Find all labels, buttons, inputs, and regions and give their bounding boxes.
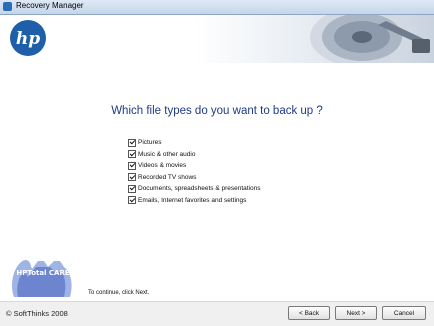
option-music[interactable]: Music & other audio: [128, 149, 260, 161]
app-icon: [3, 2, 12, 11]
option-recorded-tv[interactable]: Recorded TV shows: [128, 172, 260, 184]
bottom-bar: © SoftThinks 2008 < Back Next > Cancel: [0, 301, 434, 326]
copyright-text: © SoftThinks 2008: [6, 309, 68, 318]
page-question: Which file types do you want to back up …: [111, 105, 323, 117]
next-button[interactable]: Next >: [335, 306, 377, 320]
option-label: Documents, spreadsheets & presentations: [138, 185, 261, 193]
continue-hint: To continue, click Next.: [88, 290, 150, 296]
title-bar: Recovery Manager: [0, 0, 434, 15]
checkbox-videos[interactable]: [128, 161, 136, 170]
hard-drive-icon: [310, 15, 430, 63]
option-label: Videos & movies: [138, 162, 187, 170]
care-logo-text: HPTotal CARE: [16, 269, 69, 277]
option-documents[interactable]: Documents, spreadsheets & presentations: [128, 183, 260, 195]
option-label: Recorded TV shows: [138, 173, 197, 181]
checkbox-documents[interactable]: [128, 184, 136, 193]
option-pictures[interactable]: Pictures: [128, 137, 260, 149]
window-title: Recovery Manager: [16, 1, 84, 10]
option-label: Emails, Internet favorites and settings: [138, 196, 247, 204]
option-label: Pictures: [138, 139, 162, 147]
main-content: Which file types do you want to back up …: [0, 63, 434, 301]
back-button[interactable]: < Back: [288, 306, 330, 320]
hp-logo-icon: hp: [10, 20, 46, 56]
hp-total-care-logo-icon: HPTotal CARE: [12, 260, 72, 297]
header-banner: hp: [0, 15, 434, 63]
hp-logo-text: hp: [16, 29, 40, 49]
checkbox-emails[interactable]: [128, 196, 136, 205]
option-emails[interactable]: Emails, Internet favorites and settings: [128, 195, 260, 207]
checkbox-pictures[interactable]: [128, 138, 136, 147]
option-videos[interactable]: Videos & movies: [128, 160, 260, 172]
checkbox-music[interactable]: [128, 150, 136, 159]
checkbox-recorded-tv[interactable]: [128, 173, 136, 182]
file-type-list: Pictures Music & other audio Videos & mo…: [128, 137, 260, 206]
cancel-button[interactable]: Cancel: [382, 306, 426, 320]
option-label: Music & other audio: [138, 150, 196, 158]
